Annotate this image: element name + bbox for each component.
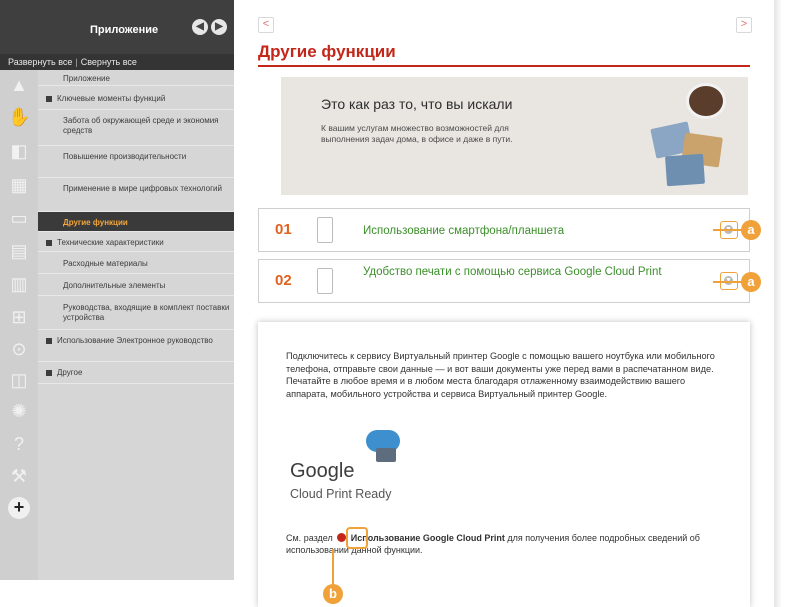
prev-chapter-icon[interactable]: ◀ (192, 19, 208, 35)
lock-icon[interactable]: ⊙ (8, 338, 30, 360)
banner: Это как раз то, что вы искали К вашим ус… (281, 77, 748, 195)
feature-number: 01 (275, 221, 292, 238)
separator: | (75, 57, 78, 67)
feature-number: 02 (275, 272, 292, 289)
toc-item-digital[interactable]: Применение в мире цифровых технологий (38, 178, 234, 212)
expand-icon (46, 96, 52, 102)
callout-a: a (741, 220, 761, 240)
feature-label[interactable]: Использование смартфона/планшета (363, 225, 564, 238)
description-text: Подключитесь к сервису Виртуальный принт… (286, 351, 715, 399)
help-icon[interactable]: ? (8, 433, 30, 455)
cloud-print-icon (317, 268, 333, 294)
toc-item-other-functions[interactable]: Другие функции (38, 212, 234, 232)
toc-item-consumables[interactable]: Расходные материалы (38, 252, 234, 274)
warning-icon[interactable]: ▲ (8, 74, 30, 96)
toc-item-appendix[interactable]: Приложение (38, 72, 234, 86)
title-divider (258, 65, 750, 67)
printer-icon (376, 448, 396, 462)
next-chapter-icon[interactable]: ▶ (211, 19, 227, 35)
table-of-contents: Приложение Ключевые моменты функций Забо… (38, 70, 234, 580)
sidebar: Приложение ◀ ▶ Развернуть все | Свернуть в… (0, 0, 234, 580)
toc-item-options[interactable]: Дополнительные элементы (38, 274, 234, 296)
expand-icon (46, 370, 52, 376)
document-icon[interactable]: ▥ (8, 273, 30, 295)
remote-icon[interactable]: ◫ (8, 369, 30, 391)
toc-item-manuals[interactable]: Руководства, входящие в комплект поставк… (38, 296, 234, 330)
banner-text: К вашим услугам множество возможностей д… (321, 123, 513, 144)
folder-image (664, 153, 706, 187)
gear-icon[interactable]: ✺ (8, 400, 30, 422)
toc-item-e-manual[interactable]: Использование Электронное руководство (38, 330, 234, 362)
feature-label[interactable]: Удобство печати с помощью сервиса Google… (363, 266, 693, 279)
network-icon[interactable]: ⊞ (8, 306, 30, 328)
fax-icon[interactable]: ▦ (8, 174, 30, 196)
toc-item-other[interactable]: Другое (38, 362, 234, 384)
callout-b: b (323, 584, 343, 604)
reference-link[interactable]: Использование Google Cloud Print (351, 533, 505, 543)
link-arrow-icon (337, 533, 347, 542)
expand-icon (46, 338, 52, 344)
hand-icon[interactable]: ✋ (8, 106, 30, 128)
toc-item-specs[interactable]: Технические характеристики (38, 232, 234, 252)
toc-item-productivity[interactable]: Повышение производительности (38, 146, 234, 178)
wrench-icon[interactable]: ⚒ (8, 465, 30, 487)
page-title: Другие функции (258, 42, 396, 61)
link-highlight-box (346, 527, 368, 549)
sidebar-title: Приложение (90, 24, 159, 36)
google-logo: Google (290, 460, 355, 482)
prev-page-button[interactable]: < (258, 17, 274, 33)
feature-row-01[interactable]: 01 Использование смартфона/планшета ▼ (258, 208, 750, 252)
banner-headline: Это как раз то, что вы искали (321, 96, 513, 112)
callout-line (332, 549, 334, 587)
smartphone-icon (317, 217, 333, 243)
category-icon-strip: ▲ ✋ ◧ ▦ ▭ ▤ ▥ ⊞ ⊙ ◫ ✺ ? ⚒ + (0, 70, 38, 580)
page-shadow (774, 0, 782, 607)
sidebar-header: Приложение ◀ ▶ (0, 0, 234, 55)
next-page-button[interactable]: > (736, 17, 752, 33)
feature-row-02[interactable]: 02 Удобство печати с помощью сервиса Goo… (258, 259, 750, 303)
scanner-icon[interactable]: ▤ (8, 240, 30, 262)
content-area: < > Другие функции Это как раз то, что в… (234, 0, 774, 607)
callout-a: a (741, 272, 761, 292)
toc-item-eco[interactable]: Забота об окружающей среде и экономия ср… (38, 110, 234, 146)
collapse-all-link[interactable]: Свернуть все (81, 57, 137, 67)
printer-icon[interactable]: ▭ (8, 207, 30, 229)
coffee-cup-image (686, 83, 726, 119)
expand-collapse-bar: Развернуть все | Свернуть все (0, 54, 234, 70)
expand-all-link[interactable]: Развернуть все (8, 57, 72, 67)
ref-prefix: См. раздел (286, 533, 333, 543)
plus-icon[interactable]: + (8, 497, 30, 519)
cloud-print-ready-label: Cloud Print Ready (290, 487, 392, 501)
expand-icon (46, 240, 52, 246)
toc-item-key-features[interactable]: Ключевые моменты функций (38, 86, 234, 110)
device-icon[interactable]: ◧ (8, 140, 30, 162)
